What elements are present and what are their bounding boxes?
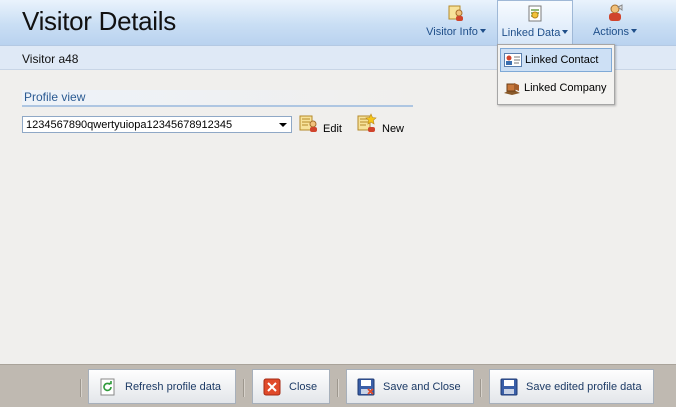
new-profile-icon: [357, 113, 377, 132]
close-button[interactable]: Close: [252, 369, 330, 404]
page-title: Visitor Details: [22, 6, 176, 36]
new-profile-button[interactable]: New: [357, 113, 407, 135]
edit-label: Edit: [323, 123, 342, 135]
refresh-profile-label: Refresh profile data: [125, 381, 221, 393]
page-header: Visitor Details Visitor Info Linked Data…: [0, 0, 676, 45]
chevron-down-icon: [562, 30, 569, 34]
linked-data-icon: [528, 5, 542, 22]
chevron-down-icon: [279, 123, 287, 127]
contact-card-icon: [504, 53, 522, 67]
chevron-down-icon: [631, 29, 638, 33]
save-and-close-button[interactable]: Save and Close: [346, 369, 474, 404]
toolbar-separator: [480, 379, 482, 397]
menu-item-linked-company[interactable]: Linked Company: [500, 77, 612, 101]
refresh-icon: [100, 378, 115, 396]
linked-data-button[interactable]: Linked Data: [497, 0, 573, 45]
visitor-info-label: Visitor Info: [426, 26, 478, 38]
actions-label: Actions: [592, 26, 630, 38]
close-label: Close: [289, 381, 318, 393]
profile-view-title: Profile view: [24, 90, 86, 104]
company-icon: [504, 83, 520, 95]
menu-item-linked-contact[interactable]: Linked Contact: [500, 48, 612, 72]
actions-button[interactable]: Actions: [585, 0, 645, 44]
save-icon: [500, 378, 518, 396]
save-edited-profile-button[interactable]: Save edited profile data: [489, 369, 654, 404]
save-edited-profile-label: Save edited profile data: [526, 381, 642, 393]
visitor-info-button[interactable]: Visitor Info: [420, 0, 492, 44]
linked-data-menu: Linked Contact Linked Company: [497, 44, 615, 105]
save-and-close-label: Save and Close: [383, 381, 461, 393]
toolbar-separator: [80, 379, 82, 397]
linked-contact-label: Linked Contact: [525, 54, 599, 66]
refresh-profile-button[interactable]: Refresh profile data: [88, 369, 236, 404]
visitor-name: Visitor a48: [22, 52, 79, 66]
toolbar-separator: [337, 379, 339, 397]
visitor-info-icon: [448, 5, 463, 21]
profile-view-selected-value: 1234567890qwertyuiopa12345678912345: [26, 119, 233, 131]
actions-icon: [609, 4, 623, 21]
profile-view-select[interactable]: 1234567890qwertyuiopa12345678912345: [22, 116, 292, 133]
save-close-icon: [357, 378, 375, 396]
edit-profile-button[interactable]: Edit: [299, 113, 343, 135]
chevron-down-icon: [479, 29, 486, 33]
close-icon: [263, 378, 281, 396]
linked-company-label: Linked Company: [524, 82, 607, 94]
toolbar-separator: [243, 379, 245, 397]
footer-toolbar: Refresh profile data Close Save and Clos…: [0, 364, 676, 407]
profile-view-header: Profile view: [22, 90, 413, 107]
new-label: New: [382, 123, 405, 135]
edit-profile-icon: [299, 115, 317, 132]
linked-data-label: Linked Data: [501, 27, 561, 39]
